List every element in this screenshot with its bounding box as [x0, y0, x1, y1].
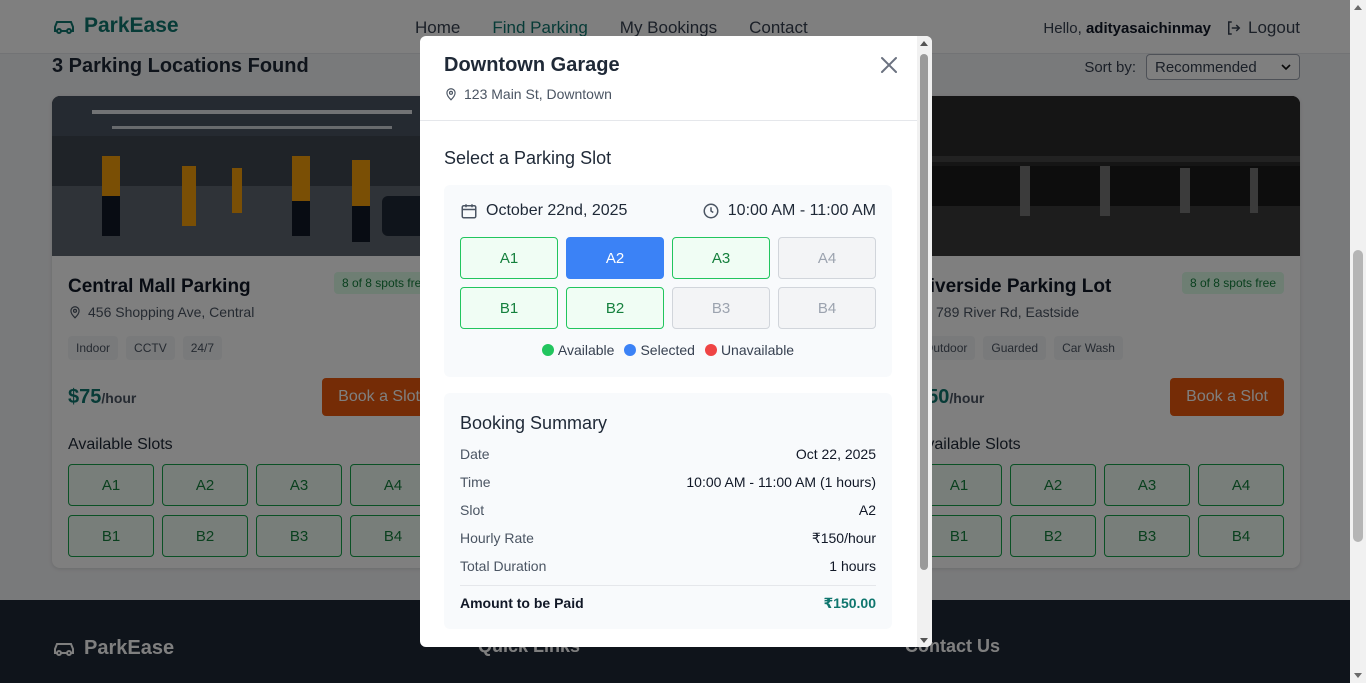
legend-unavailable: Unavailable — [704, 342, 794, 358]
page-scrollbar[interactable] — [1350, 0, 1366, 683]
date-text: October 22nd, 2025 — [486, 202, 628, 219]
scroll-down-arrow-icon[interactable] — [1354, 673, 1362, 678]
slot-b4: B4 — [778, 287, 876, 329]
modal-address: 123 Main St, Downtown — [444, 86, 612, 102]
legend-available: Available — [541, 342, 614, 358]
slot-a3[interactable]: A3 — [672, 237, 770, 279]
close-icon[interactable] — [878, 54, 900, 76]
clock-icon — [703, 203, 719, 219]
modal-title: Downtown Garage — [444, 54, 620, 76]
section-title: Select a Parking Slot — [444, 148, 612, 168]
scroll-down-arrow-icon[interactable] — [920, 638, 928, 643]
summary-row-time: Time 10:00 AM - 11:00 AM (1 hours) — [460, 474, 876, 490]
modal-header: Downtown Garage 123 Main St, Downtown — [420, 36, 917, 121]
date-display[interactable]: October 22nd, 2025 — [460, 202, 627, 220]
scroll-up-arrow-icon[interactable] — [1354, 5, 1362, 10]
slot-b1[interactable]: B1 — [460, 287, 558, 329]
slot-a1[interactable]: A1 — [460, 237, 558, 279]
slot-b2[interactable]: B2 — [566, 287, 664, 329]
slot-legend: Available Selected Unavailable — [444, 342, 892, 358]
summary-title: Booking Summary — [460, 413, 608, 433]
time-text: 10:00 AM - 11:00 AM — [727, 202, 876, 219]
time-display[interactable]: 10:00 AM - 11:00 AM — [702, 202, 876, 220]
blue-dot-icon — [624, 344, 637, 356]
scroll-up-arrow-icon[interactable] — [920, 41, 928, 46]
modal-scrollbar[interactable] — [917, 36, 932, 647]
slot-b3: B3 — [672, 287, 770, 329]
legend-selected: Selected — [624, 342, 695, 358]
modal-address-text: 123 Main St, Downtown — [464, 86, 612, 102]
summary-row-date: Date Oct 22, 2025 — [460, 446, 876, 462]
summary-row-total: Amount to be Paid ₹150.00 — [460, 595, 876, 611]
red-dot-icon — [704, 344, 717, 356]
page-scrollbar-thumb[interactable] — [1353, 250, 1363, 542]
slot-a4: A4 — [778, 237, 876, 279]
booking-modal: Downtown Garage 123 Main St, Downtown Se… — [420, 36, 932, 647]
summary-row-duration: Total Duration 1 hours — [460, 558, 876, 574]
modal-scrollbar-thumb[interactable] — [920, 54, 928, 570]
summary-row-slot: Slot A2 — [460, 502, 876, 518]
summary-divider — [460, 585, 876, 586]
modal-slot-grid: A1 A2 A3 A4 B1 B2 B3 B4 — [460, 237, 876, 329]
calendar-icon — [461, 204, 477, 219]
summary-row-rate: Hourly Rate ₹150/hour — [460, 530, 876, 546]
slot-a2[interactable]: A2 — [566, 237, 664, 279]
green-dot-icon — [541, 344, 554, 356]
map-pin-icon — [446, 88, 456, 101]
slot-selection-panel: October 22nd, 2025 10:00 AM - 11:00 AM A… — [444, 185, 892, 377]
booking-summary: Booking Summary Date Oct 22, 2025 Time 10:… — [444, 393, 892, 629]
